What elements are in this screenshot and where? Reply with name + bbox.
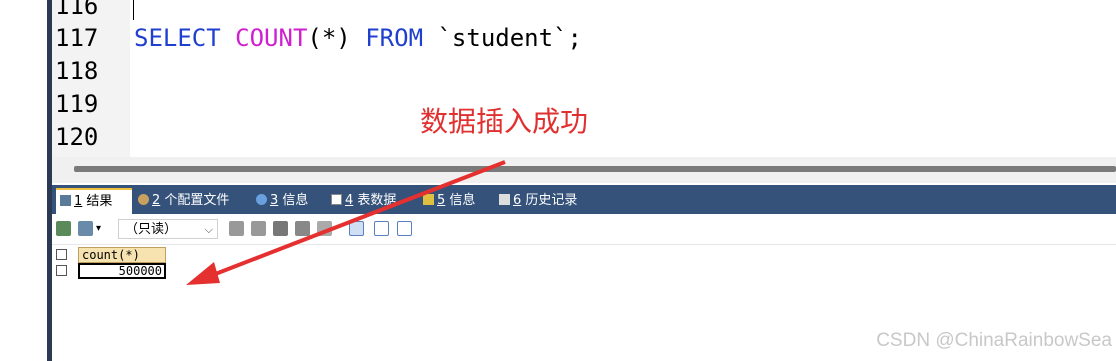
arrow-shaft (204, 160, 506, 280)
annotation-arrow (186, 160, 506, 285)
arrow-head (186, 262, 220, 285)
